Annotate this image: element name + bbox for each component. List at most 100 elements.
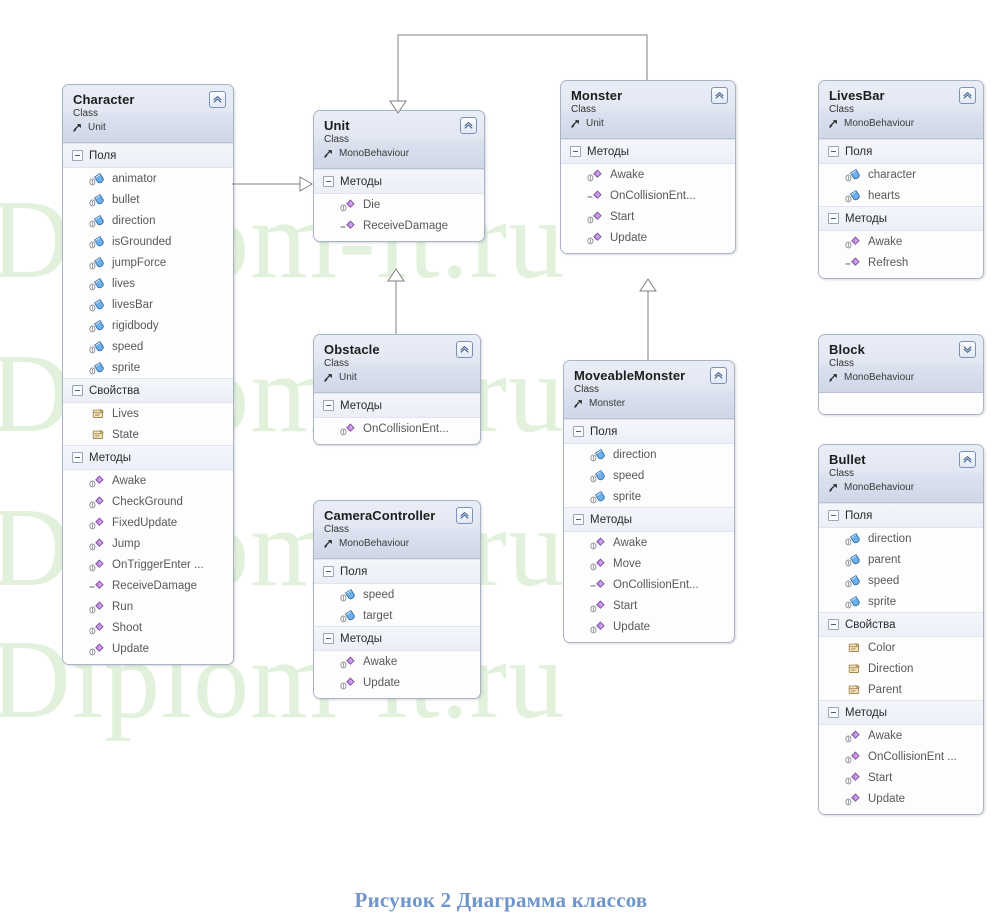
section-collapse-icon[interactable] — [828, 707, 839, 718]
member-row[interactable]: Die — [314, 194, 484, 215]
class-box-bullet[interactable]: Bullet Class MonoBehaviour Поля direction par… — [818, 444, 984, 815]
section-header-method[interactable]: Методы — [314, 393, 480, 418]
class-header-cameracontroller[interactable]: CameraController Class MonoBehaviour — [314, 501, 480, 559]
member-row[interactable]: Update — [314, 672, 480, 693]
section-header-method[interactable]: Методы — [819, 700, 983, 725]
class-header-character[interactable]: Character Class Unit — [63, 85, 233, 143]
member-row[interactable]: Update — [819, 788, 983, 809]
member-row[interactable]: speed — [314, 584, 480, 605]
member-row[interactable]: direction — [564, 444, 734, 465]
member-row[interactable]: Start — [819, 767, 983, 788]
member-row[interactable]: Parent — [819, 679, 983, 700]
member-row[interactable]: OnCollisionEnt... — [561, 185, 735, 206]
class-header-unit[interactable]: Unit Class MonoBehaviour — [314, 111, 484, 169]
section-header-method[interactable]: Методы — [63, 445, 233, 470]
section-collapse-icon[interactable] — [573, 426, 584, 437]
collapse-toggle[interactable] — [456, 507, 473, 524]
class-box-unit[interactable]: Unit Class MonoBehaviour Методы Die ReceiveDa… — [313, 110, 485, 242]
member-row[interactable]: target — [314, 605, 480, 626]
class-header-block[interactable]: Block Class MonoBehaviour — [819, 335, 983, 393]
member-row[interactable]: Shoot — [63, 617, 233, 638]
class-box-livesbar[interactable]: LivesBar Class MonoBehaviour Поля character h… — [818, 80, 984, 279]
member-row[interactable]: FixedUpdate — [63, 512, 233, 533]
member-row[interactable]: Direction — [819, 658, 983, 679]
member-row[interactable]: speed — [564, 465, 734, 486]
section-collapse-icon[interactable] — [72, 150, 83, 161]
class-header-livesbar[interactable]: LivesBar Class MonoBehaviour — [819, 81, 983, 139]
class-box-monster[interactable]: Monster Class Unit Методы Awake OnCollisionEn… — [560, 80, 736, 254]
section-header-field[interactable]: Поля — [819, 503, 983, 528]
class-box-moveablemonster[interactable]: MoveableMonster Class Monster Поля direction… — [563, 360, 735, 643]
member-row[interactable]: Awake — [561, 164, 735, 185]
member-row[interactable]: bullet — [63, 189, 233, 210]
member-row[interactable]: Run — [63, 596, 233, 617]
class-header-moveablemonster[interactable]: MoveableMonster Class Monster — [564, 361, 734, 419]
member-row[interactable]: direction — [819, 528, 983, 549]
member-row[interactable]: Color — [819, 637, 983, 658]
member-row[interactable]: Move — [564, 553, 734, 574]
member-row[interactable]: OnCollisionEnt ... — [819, 746, 983, 767]
collapse-toggle[interactable] — [959, 87, 976, 104]
member-row[interactable]: livesBar — [63, 294, 233, 315]
member-row[interactable]: Awake — [314, 651, 480, 672]
class-box-cameracontroller[interactable]: CameraController Class MonoBehaviour Поля sp… — [313, 500, 481, 699]
member-row[interactable]: Awake — [564, 532, 734, 553]
member-row[interactable]: Awake — [63, 470, 233, 491]
member-row[interactable]: sprite — [63, 357, 233, 378]
section-header-field[interactable]: Поля — [314, 559, 480, 584]
member-row[interactable]: OnCollisionEnt... — [314, 418, 480, 439]
collapse-toggle[interactable] — [710, 367, 727, 384]
class-box-block[interactable]: Block Class MonoBehaviour — [818, 334, 984, 415]
collapse-toggle[interactable] — [209, 91, 226, 108]
section-header-method[interactable]: Методы — [561, 139, 735, 164]
member-row[interactable]: isGrounded — [63, 231, 233, 252]
member-row[interactable]: parent — [819, 549, 983, 570]
class-box-character[interactable]: Character Class Unit Поля animator bullet dire… — [62, 84, 234, 665]
member-row[interactable]: Start — [561, 206, 735, 227]
member-row[interactable]: speed — [819, 570, 983, 591]
member-row[interactable]: speed — [63, 336, 233, 357]
section-collapse-icon[interactable] — [573, 514, 584, 525]
member-row[interactable]: Start — [564, 595, 734, 616]
member-row[interactable]: OnCollisionEnt... — [564, 574, 734, 595]
member-row[interactable]: Update — [561, 227, 735, 248]
member-row[interactable]: CheckGround — [63, 491, 233, 512]
member-row[interactable]: direction — [63, 210, 233, 231]
member-row[interactable]: Lives — [63, 403, 233, 424]
section-collapse-icon[interactable] — [323, 633, 334, 644]
member-row[interactable]: ReceiveDamage — [314, 215, 484, 236]
section-header-method[interactable]: Методы — [314, 626, 480, 651]
collapse-toggle[interactable] — [711, 87, 728, 104]
class-header-monster[interactable]: Monster Class Unit — [561, 81, 735, 139]
class-header-obstacle[interactable]: Obstacle Class Unit — [314, 335, 480, 393]
section-header-field[interactable]: Поля — [819, 139, 983, 164]
section-collapse-icon[interactable] — [72, 452, 83, 463]
member-row[interactable]: OnTriggerEnter ... — [63, 554, 233, 575]
section-collapse-icon[interactable] — [828, 619, 839, 630]
member-row[interactable]: State — [63, 424, 233, 445]
member-row[interactable]: hearts — [819, 185, 983, 206]
section-collapse-icon[interactable] — [72, 385, 83, 396]
member-row[interactable]: character — [819, 164, 983, 185]
section-header-property[interactable]: Свойства — [63, 378, 233, 403]
section-header-field[interactable]: Поля — [564, 419, 734, 444]
collapse-toggle[interactable] — [460, 117, 477, 134]
member-row[interactable]: Awake — [819, 231, 983, 252]
member-row[interactable]: animator — [63, 168, 233, 189]
member-row[interactable]: sprite — [564, 486, 734, 507]
section-header-method[interactable]: Методы — [314, 169, 484, 194]
section-collapse-icon[interactable] — [323, 400, 334, 411]
class-box-obstacle[interactable]: Obstacle Class Unit Методы OnCollisionEnt... — [313, 334, 481, 445]
section-collapse-icon[interactable] — [828, 510, 839, 521]
section-collapse-icon[interactable] — [828, 213, 839, 224]
member-row[interactable]: sprite — [819, 591, 983, 612]
section-header-field[interactable]: Поля — [63, 143, 233, 168]
collapse-toggle[interactable] — [959, 451, 976, 468]
member-row[interactable]: Jump — [63, 533, 233, 554]
class-header-bullet[interactable]: Bullet Class MonoBehaviour — [819, 445, 983, 503]
member-row[interactable]: rigidbody — [63, 315, 233, 336]
expand-toggle[interactable] — [959, 341, 976, 358]
member-row[interactable]: Awake — [819, 725, 983, 746]
section-collapse-icon[interactable] — [828, 146, 839, 157]
member-row[interactable]: lives — [63, 273, 233, 294]
